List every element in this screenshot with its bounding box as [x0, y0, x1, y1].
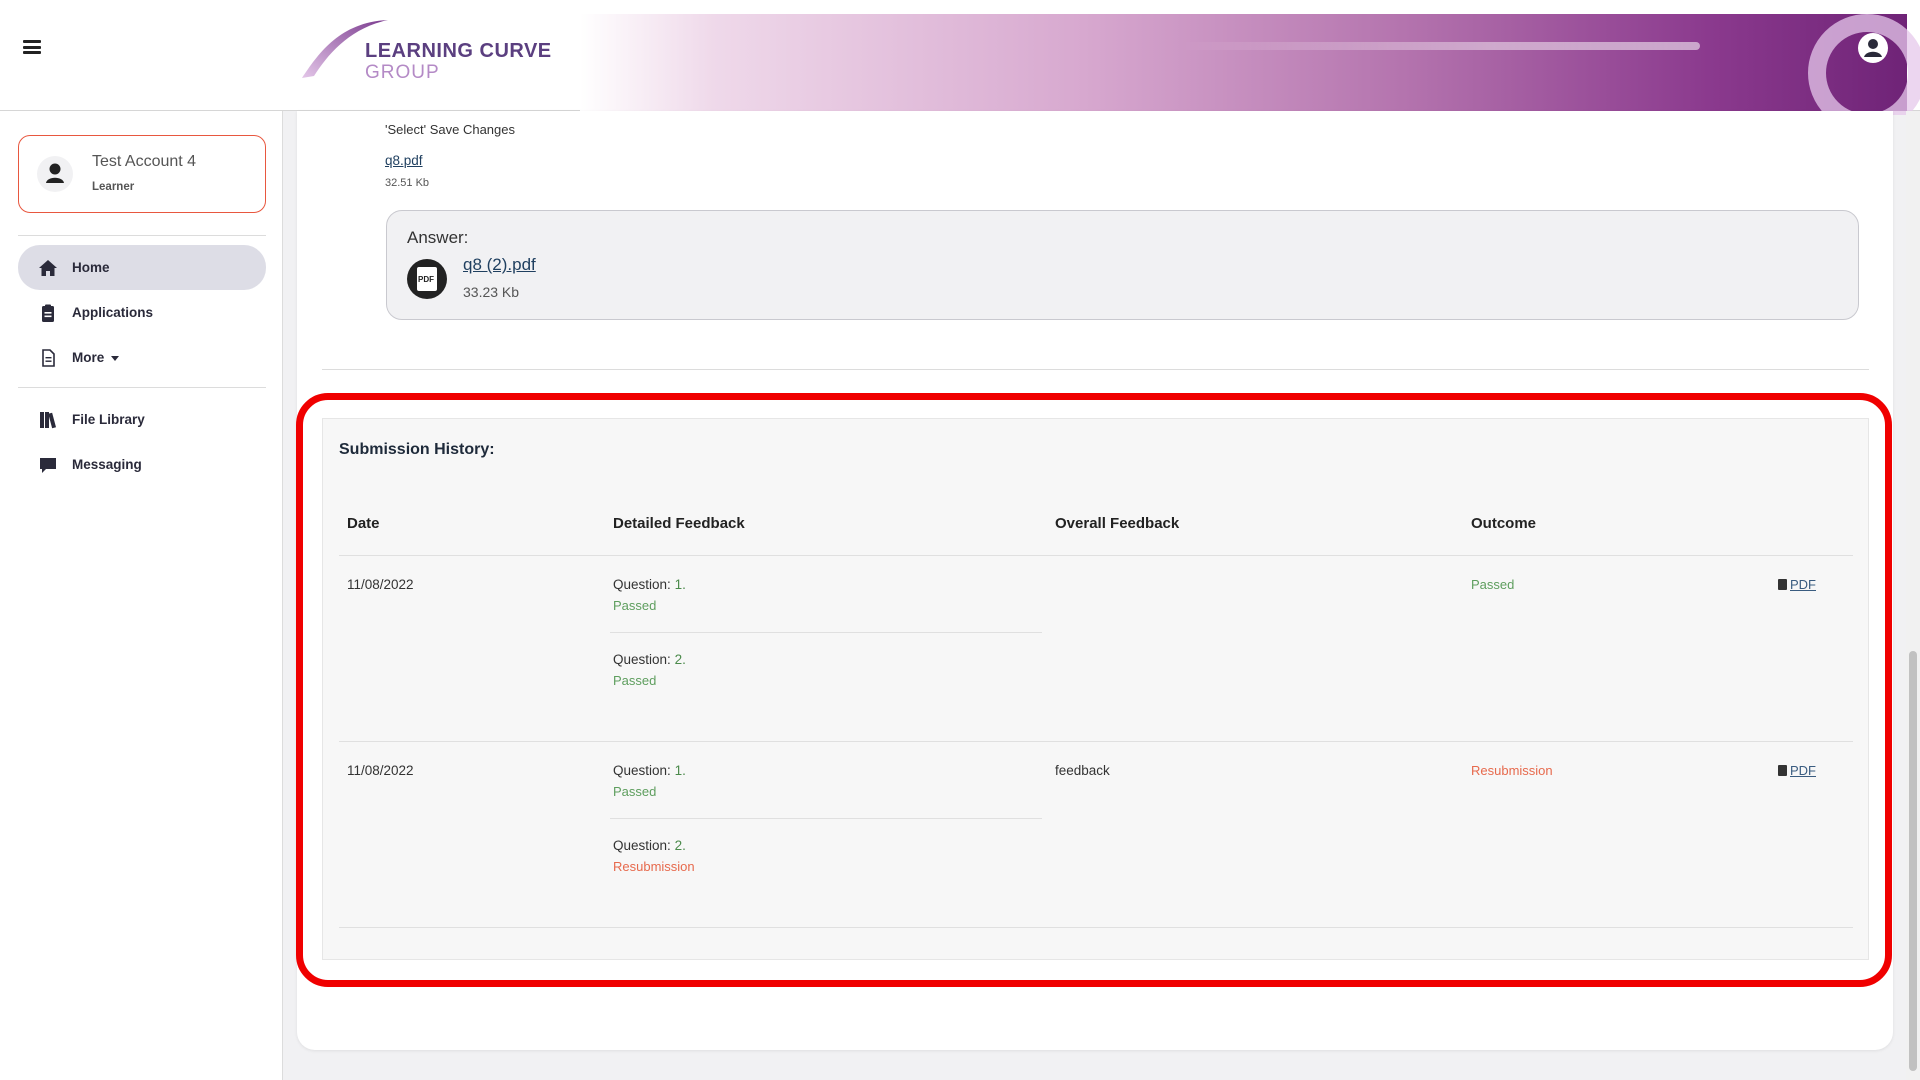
home-icon: [39, 260, 57, 276]
user-profile-button[interactable]: [1858, 33, 1888, 63]
column-header-outcome: Outcome: [1471, 515, 1537, 532]
menu-icon[interactable]: [23, 40, 41, 54]
question-label: Question:: [613, 838, 671, 853]
row1-pdf-link[interactable]: PDF: [1778, 577, 1816, 592]
pdf-icon: [1778, 579, 1787, 590]
question-label: Question:: [613, 763, 671, 778]
question-number: 1.: [674, 763, 686, 778]
question-number: 2.: [674, 838, 686, 853]
row-separator: [339, 927, 1853, 928]
sidebar-item-label: More: [72, 350, 120, 365]
sidebar: Test Account 4 Learner Home Applications…: [0, 111, 283, 1080]
row2-question1: Question: 1.: [613, 763, 686, 778]
answer-file-link[interactable]: q8 (2).pdf: [463, 255, 536, 275]
more-label: More: [72, 350, 105, 365]
sidebar-item-label: Messaging: [72, 457, 142, 472]
banner-stripe: [1180, 42, 1700, 50]
row2-overall-feedback: feedback: [1055, 763, 1110, 778]
header-banner: [580, 14, 1920, 115]
history-title: Submission History:: [339, 441, 495, 458]
sidebar-divider: [18, 387, 266, 388]
question-number: 2.: [674, 652, 686, 667]
sidebar-item-file-library[interactable]: File Library: [18, 397, 266, 442]
row2-question2-status: Resubmission: [613, 859, 695, 874]
sidebar-item-label: Applications: [72, 305, 154, 320]
user-icon: [1859, 34, 1887, 62]
row2-question1-status: Passed: [613, 784, 657, 799]
sidebar-item-home[interactable]: Home: [18, 245, 266, 290]
answer-box: Answer: PDF q8 (2).pdf 33.23 Kb: [386, 210, 1859, 320]
row1-question1: Question: 1.: [613, 577, 686, 592]
instruction-step: 'Select' Save Changes: [385, 122, 515, 137]
sidebar-item-applications[interactable]: Applications: [18, 290, 266, 335]
logo-text-secondary: GROUP: [365, 62, 440, 83]
logo-text-primary: LEARNING CURVE: [365, 40, 552, 62]
header-separator: [339, 555, 1853, 556]
account-role: Learner: [92, 181, 135, 193]
submission-history-panel: Submission History: Date Detailed Feedba…: [322, 418, 1869, 960]
chat-icon: [40, 458, 56, 473]
question-number: 1.: [674, 577, 686, 592]
scrollbar-thumb[interactable]: [1909, 651, 1917, 1071]
answer-file-size: 33.23 Kb: [463, 284, 520, 300]
row2-date: 11/08/2022: [347, 763, 414, 778]
row1-question1-status: Passed: [613, 598, 657, 613]
sidebar-item-messaging[interactable]: Messaging: [18, 442, 266, 487]
question-file-size: 32.51 Kb: [385, 177, 430, 189]
sidebar-divider: [18, 235, 266, 236]
account-card[interactable]: Test Account 4 Learner: [18, 135, 266, 213]
question-label: Question:: [613, 652, 671, 667]
sidebar-item-label: Home: [72, 260, 110, 275]
answer-label: Answer:: [407, 228, 469, 247]
sidebar-item-more[interactable]: More: [18, 335, 266, 380]
row1-question2: Question: 2.: [613, 652, 686, 667]
question-label: Question:: [613, 577, 671, 592]
clipboard-icon: [42, 304, 54, 322]
pdf-label: PDF: [1790, 763, 1816, 778]
row1-question2-status: Passed: [613, 673, 657, 688]
question-separator: [610, 818, 1042, 819]
question-file-link[interactable]: q8.pdf: [385, 153, 423, 168]
pdf-label: PDF: [1790, 577, 1816, 592]
person-icon: [46, 163, 64, 183]
books-icon: [40, 412, 57, 429]
column-header-overall-feedback: Overall Feedback: [1055, 515, 1180, 532]
caret-down-icon: [111, 355, 120, 361]
account-name: Test Account 4: [92, 153, 197, 170]
row2-question2: Question: 2.: [613, 838, 686, 853]
row2-pdf-link[interactable]: PDF: [1778, 763, 1816, 778]
row2-outcome: Resubmission: [1471, 763, 1553, 778]
column-header-date: Date: [347, 515, 380, 532]
pdf-file-icon: PDF: [407, 259, 447, 299]
page-scrollbar[interactable]: [1906, 111, 1920, 1080]
row-separator: [339, 741, 1853, 742]
sidebar-item-label: File Library: [72, 412, 145, 427]
column-header-detailed-feedback: Detailed Feedback: [613, 515, 745, 532]
section-divider: [322, 369, 1869, 370]
company-logo[interactable]: LEARNING CURVE GROUP: [300, 14, 570, 84]
question-separator: [610, 632, 1042, 633]
top-header: LEARNING CURVE GROUP: [0, 0, 1920, 115]
document-icon: [42, 349, 55, 367]
row1-outcome: Passed: [1471, 577, 1515, 592]
row1-date: 11/08/2022: [347, 577, 414, 592]
pdf-icon: [1778, 765, 1787, 776]
avatar: [37, 156, 73, 192]
